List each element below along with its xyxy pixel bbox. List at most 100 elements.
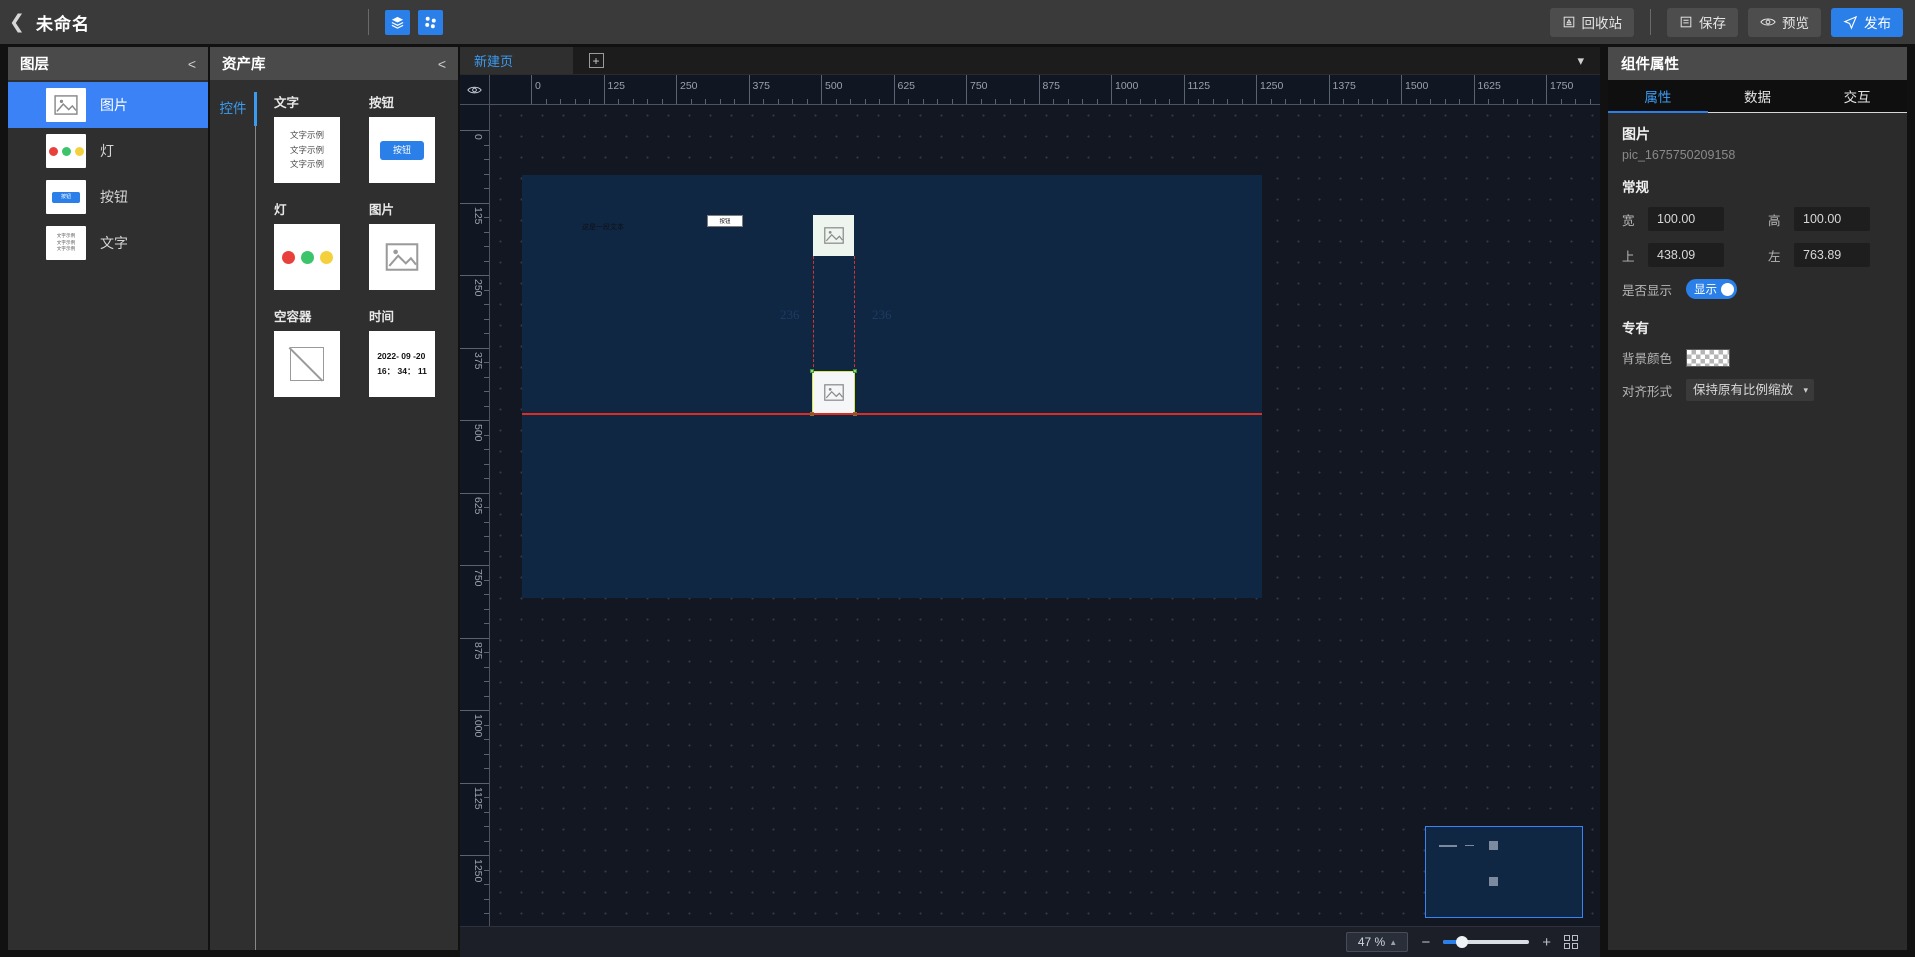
thumb-text-line: 文字示例	[56, 233, 76, 239]
asset-preview-text[interactable]: 文字示例 文字示例 文字示例	[274, 117, 340, 183]
ruler-minor-tick	[806, 99, 808, 104]
zoom-in-button[interactable]: +	[1542, 934, 1551, 951]
ruler-minor-tick	[705, 99, 706, 104]
tab-interaction[interactable]: 交互	[1807, 80, 1907, 112]
ruler-minor-tick	[484, 478, 489, 479]
page-tab-new[interactable]: 新建页	[460, 47, 573, 74]
design-board[interactable]: 这是一段文本 按钮 236 236	[490, 105, 1600, 950]
tab-attributes[interactable]: 属性	[1608, 80, 1708, 113]
save-button[interactable]: 保存	[1667, 7, 1738, 37]
layer-item-button[interactable]: 按钮 按钮	[8, 174, 208, 220]
canvas-image-element-selected[interactable]	[810, 369, 857, 416]
ruler-major-tick	[460, 710, 489, 711]
time-sample-clock: 16： 34： 11	[377, 366, 427, 376]
layers-title: 图层	[20, 57, 49, 73]
ruler-major-tick	[1328, 75, 1330, 104]
ruler-minor-tick	[1125, 99, 1127, 104]
page-tabstrip: 新建页 + ▾	[460, 47, 1600, 75]
assets-tab-widgets[interactable]: 控件	[210, 94, 256, 120]
width-input[interactable]	[1648, 207, 1724, 231]
back-button[interactable]: ❮	[0, 0, 34, 44]
ruler-minor-tick	[484, 666, 489, 668]
ruler-minor-tick	[1227, 99, 1228, 104]
layers-stack-icon[interactable]	[385, 9, 410, 35]
ruler-tick-label: 625	[897, 80, 916, 92]
ruler-major-tick	[1546, 75, 1547, 104]
ruler-minor-tick	[484, 434, 489, 436]
eye-icon	[1760, 18, 1776, 26]
ruler-major-tick	[1111, 75, 1112, 104]
text-sample-line: 文字示例	[289, 144, 324, 155]
canvas-visibility-toggle[interactable]	[460, 75, 490, 105]
zoom-level-selector[interactable]: 47 % ▲	[1346, 932, 1409, 952]
bgcolor-swatch[interactable]	[1686, 348, 1730, 367]
layer-item-image[interactable]: 图片	[8, 82, 208, 128]
left-input[interactable]	[1794, 243, 1870, 267]
layer-item-light[interactable]: 灯	[8, 128, 208, 174]
preview-button[interactable]: 预览	[1748, 7, 1821, 37]
grid-icon[interactable]	[1564, 935, 1578, 949]
ruler-minor-tick	[484, 724, 489, 726]
layer-item-text[interactable]: 文字示例 文字示例 文字示例 文字	[8, 220, 208, 266]
ruler-major-tick	[966, 75, 967, 104]
vertical-ruler[interactable]: 0125250375500625750875100011251250137515…	[460, 105, 490, 950]
asset-preview-button[interactable]: 按钮	[369, 117, 435, 183]
alignment-guides	[813, 256, 855, 372]
layers-collapse-icon[interactable]: <	[188, 56, 196, 72]
toolbar-actions: 回收站 保存 预览 发布	[1540, 0, 1903, 44]
ruler-minor-tick	[1067, 99, 1069, 104]
ruler-major-tick	[460, 782, 489, 784]
ruler-minor-tick	[484, 333, 489, 334]
trash-icon	[1563, 16, 1574, 28]
height-input[interactable]	[1794, 207, 1870, 231]
ruler-minor-tick	[734, 99, 735, 104]
chevron-down-icon[interactable]: ▾	[1577, 47, 1584, 75]
add-page-button[interactable]: +	[573, 47, 619, 74]
asset-preview-container[interactable]	[274, 331, 340, 397]
guide-line-right	[854, 256, 855, 372]
top-input[interactable]	[1648, 243, 1724, 267]
zoom-slider-knob[interactable]	[1456, 936, 1469, 948]
publish-button[interactable]: 发布	[1831, 7, 1903, 37]
asset-caption: 按钮	[369, 96, 395, 110]
asset-preview-time[interactable]: 2022- 09 -20 16： 34： 11	[369, 331, 435, 397]
text-sample: 文字示例 文字示例 文字示例	[290, 128, 324, 171]
canvas-image-element-top[interactable]	[813, 215, 854, 256]
layer-label: 按钮	[100, 189, 128, 205]
resize-handle-nw[interactable]	[810, 369, 814, 373]
ruler-major-tick	[1256, 75, 1257, 104]
assets-collapse-icon[interactable]: <	[438, 56, 446, 72]
ruler-major-tick	[748, 75, 750, 104]
resize-handle-ne[interactable]	[853, 369, 857, 373]
zoom-out-button[interactable]: −	[1421, 934, 1430, 951]
ruler-tick-label: 1250	[472, 859, 484, 883]
ruler-minor-tick	[484, 811, 489, 813]
guide-distance-left: 236	[780, 307, 800, 322]
components-icon[interactable]	[418, 9, 443, 35]
ruler-tick-label: 375	[472, 351, 484, 370]
height-label: 高	[1768, 213, 1781, 228]
ruler-minor-tick	[484, 623, 489, 624]
visibility-toggle[interactable]: 显示	[1686, 279, 1737, 299]
canvas-button-element[interactable]: 按钮	[707, 215, 743, 227]
canvas-text-element[interactable]: 这是一段文本	[582, 222, 624, 232]
artboard[interactable]: 这是一段文本 按钮 236 236	[522, 175, 1262, 598]
asset-preview-image[interactable]	[369, 224, 435, 290]
asset-caption: 时间	[369, 310, 395, 324]
asset-preview-lights[interactable]	[274, 224, 340, 290]
ruler-minor-tick	[1560, 99, 1562, 104]
ruler-minor-tick	[908, 99, 909, 104]
ruler-minor-tick	[1575, 99, 1576, 104]
recycle-bin-button[interactable]: 回收站	[1549, 7, 1634, 37]
horizontal-ruler[interactable]: 0 125 250 375 500 625 750 875 1000 1125 1250 1375 15…	[490, 75, 1600, 105]
fit-select[interactable]: 保持原有比例缩放	[1686, 379, 1814, 401]
ruler-tick-label: 125	[607, 80, 626, 92]
time-sample-date: 2022- 09 -20	[377, 350, 426, 361]
save-label: 保存	[1699, 16, 1726, 31]
tab-data[interactable]: 数据	[1708, 80, 1808, 112]
ruler-minor-tick	[484, 681, 489, 682]
toolbar-divider	[368, 9, 369, 35]
minimap[interactable]	[1425, 826, 1583, 918]
position-row: 上 左	[1622, 243, 1893, 267]
zoom-slider[interactable]	[1443, 936, 1530, 948]
